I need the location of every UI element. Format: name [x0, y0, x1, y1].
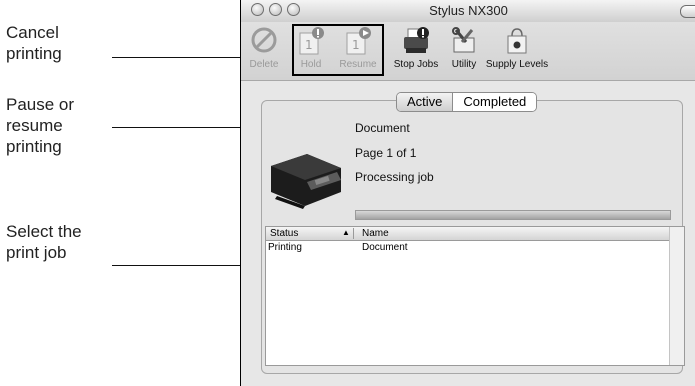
stop-jobs-label: Stop Jobs [393, 59, 439, 70]
job-name: Document [355, 121, 410, 135]
callout-line: Select the [6, 222, 82, 241]
callout-line: printing [6, 44, 62, 63]
job-status-text: Processing job [355, 170, 434, 184]
job-list-table: Status ▲ Name Printing Document [265, 226, 685, 366]
callout-cancel-printing: Cancel printing [6, 22, 62, 64]
callout-line: Pause or [6, 95, 75, 114]
callout-pause-resume: Pause or resume printing [6, 94, 74, 157]
table-scrollbar[interactable] [669, 227, 684, 365]
delete-button[interactable]: Delete [245, 26, 283, 70]
toolbar: Delete 1 Hold 1 Resume Stop Jobs Utility… [241, 22, 695, 81]
printer-stop-icon [404, 27, 429, 53]
stop-jobs-button[interactable]: Stop Jobs [391, 26, 441, 70]
callout-line: printing [6, 137, 62, 156]
window-title: Stylus NX300 [429, 3, 508, 18]
toolbar-toggle-button[interactable] [680, 5, 695, 18]
leader-line-select [112, 265, 252, 266]
tab-completed[interactable]: Completed [453, 93, 537, 111]
row-name: Document [362, 242, 408, 253]
callout-select-job: Select the print job [6, 221, 82, 263]
table-row[interactable]: Printing Document [266, 241, 669, 255]
job-progress-bar [355, 210, 671, 220]
supply-bag-icon [507, 28, 527, 54]
utility-tools-icon [452, 27, 475, 53]
status-column-header[interactable]: Status [270, 228, 298, 239]
sort-ascending-icon: ▲ [342, 228, 350, 237]
name-column-header[interactable]: Name [362, 228, 389, 239]
callout-line: resume [6, 116, 63, 135]
callout-line: print job [6, 243, 67, 262]
column-divider [353, 228, 354, 239]
table-header: Status ▲ Name [266, 227, 684, 241]
tab-active[interactable]: Active [397, 93, 454, 111]
delete-icon [251, 27, 277, 53]
leader-line-cancel [112, 57, 260, 58]
supply-levels-label: Supply Levels [485, 59, 549, 70]
hold-resume-highlight-box [292, 24, 384, 76]
supply-levels-button[interactable]: Supply Levels [483, 26, 551, 70]
utility-button[interactable]: Utility [447, 26, 481, 70]
callout-line: Cancel [6, 23, 59, 42]
job-page-count: Page 1 of 1 [355, 146, 417, 160]
title-bar: Stylus NX300 [241, 0, 695, 23]
printer-queue-window: Stylus NX300 Delete 1 Hold 1 Resume Stop… [240, 0, 695, 386]
row-status: Printing [268, 242, 302, 253]
utility-label: Utility [451, 59, 477, 70]
job-tabs: Active Completed [396, 92, 538, 112]
delete-label: Delete [249, 59, 279, 70]
printer-image [271, 154, 341, 209]
